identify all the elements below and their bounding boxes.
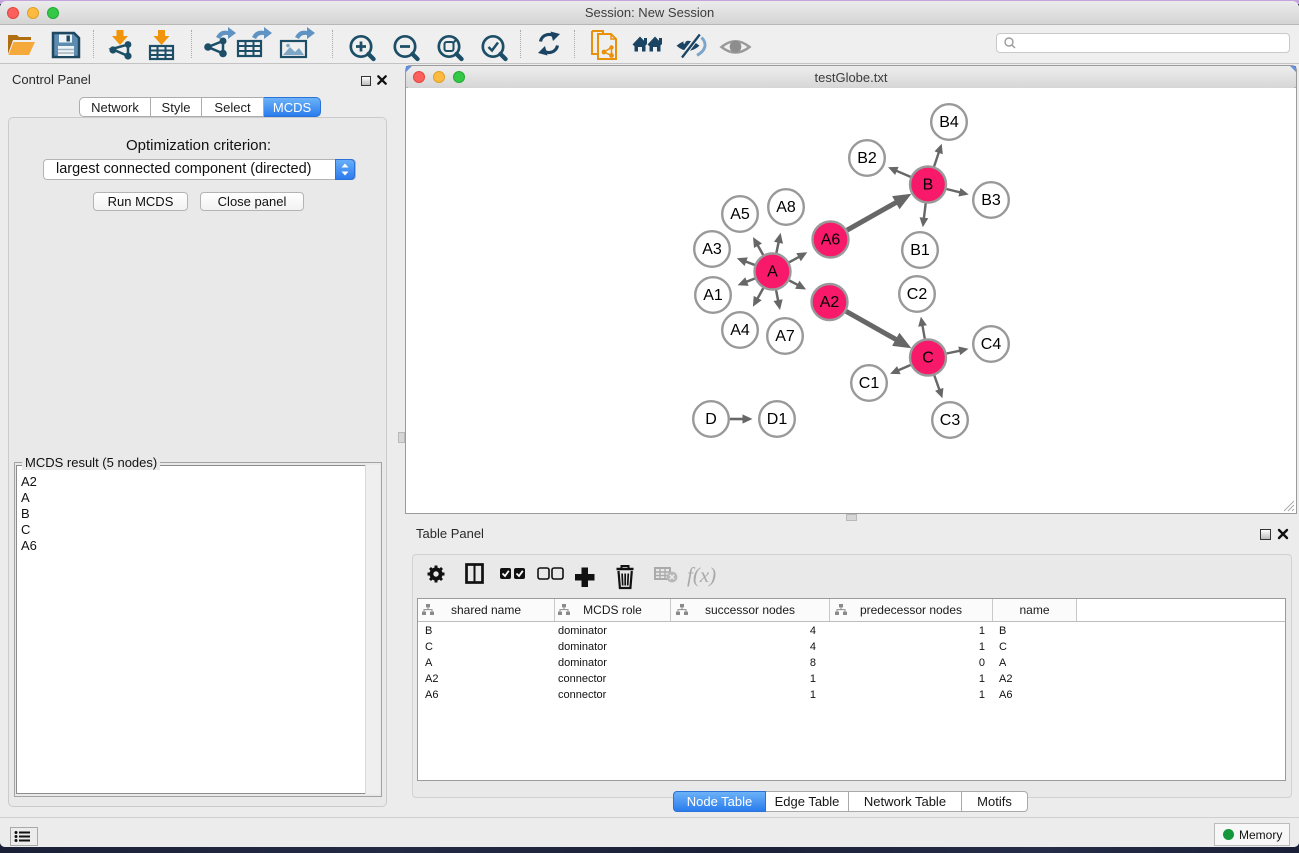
svg-text:A3: A3 [702, 241, 722, 258]
svg-text:C: C [922, 350, 934, 367]
svg-text:A4: A4 [730, 322, 750, 339]
svg-text:A1: A1 [703, 287, 723, 304]
svg-text:A6: A6 [821, 232, 841, 249]
svg-text:A2: A2 [820, 294, 840, 311]
svg-text:C1: C1 [859, 375, 880, 392]
svg-text:B2: B2 [857, 150, 877, 167]
svg-text:A: A [767, 264, 778, 281]
svg-text:D: D [705, 411, 717, 428]
svg-text:B1: B1 [910, 242, 930, 259]
svg-text:B: B [923, 177, 934, 194]
svg-text:C4: C4 [981, 336, 1002, 353]
svg-text:B4: B4 [939, 114, 959, 131]
svg-text:B3: B3 [981, 192, 1001, 209]
svg-text:C2: C2 [907, 286, 928, 303]
svg-text:f(x): f(x) [687, 563, 716, 587]
svg-text:C3: C3 [940, 412, 961, 429]
svg-text:D1: D1 [767, 411, 788, 428]
svg-text:A5: A5 [730, 206, 750, 223]
svg-text:A8: A8 [776, 199, 796, 216]
svg-text:A7: A7 [775, 328, 795, 345]
